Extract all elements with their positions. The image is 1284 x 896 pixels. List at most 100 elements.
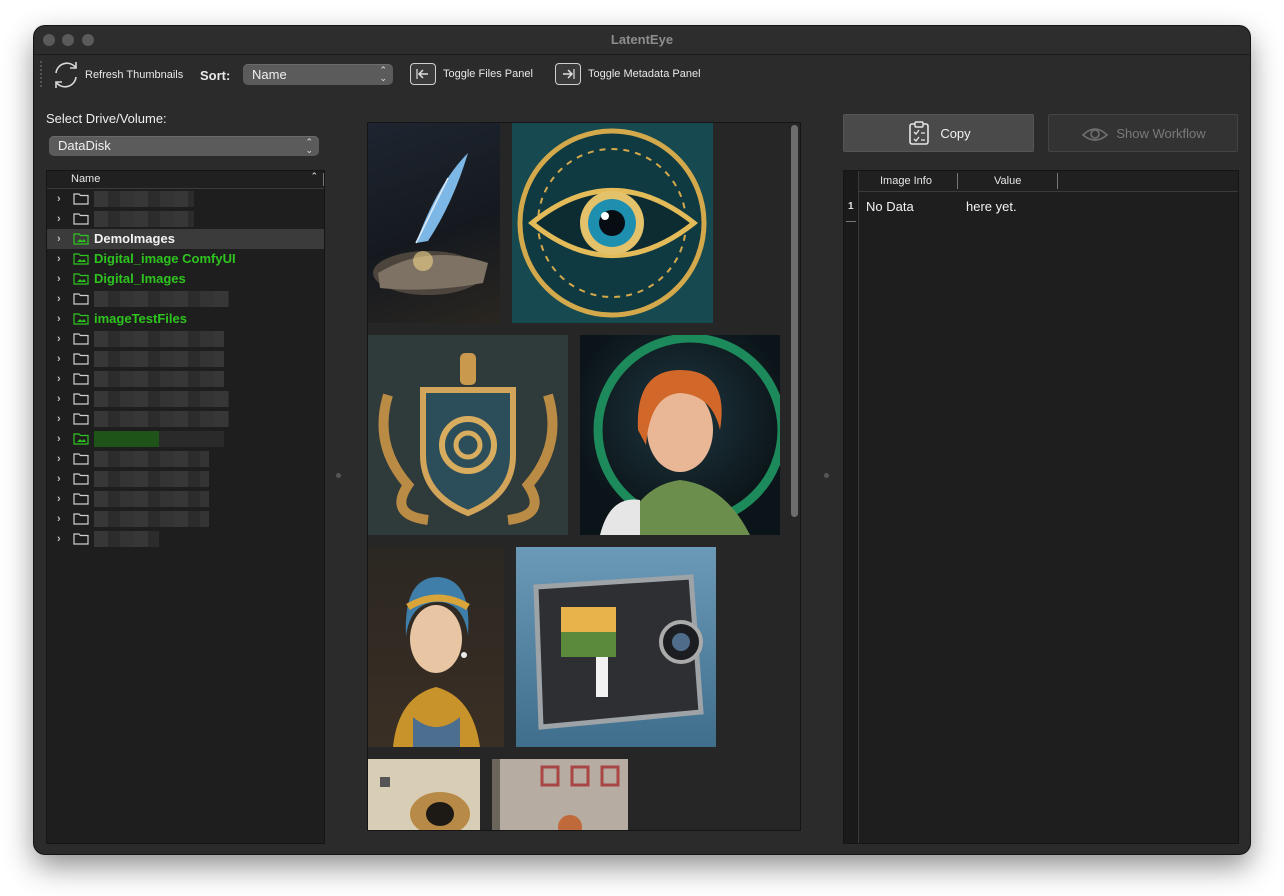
folder-icon [73, 332, 89, 348]
value-cell[interactable]: here yet. [966, 199, 1017, 214]
expand-chevron-icon[interactable]: › [57, 453, 61, 465]
window-title: LatentEye [610, 32, 674, 47]
redacted-name [94, 211, 194, 227]
folder-row-redacted[interactable]: › [47, 529, 324, 549]
image-info-column-header[interactable]: Image Info [880, 175, 932, 187]
gallery-scrollbar[interactable] [791, 125, 798, 517]
folder-row-redacted[interactable]: › [47, 369, 324, 389]
folder-row[interactable]: › DemoImages [47, 229, 324, 249]
expand-chevron-icon[interactable]: › [57, 233, 61, 245]
show-workflow-label: Show Workflow [1116, 125, 1206, 141]
expand-chevron-icon[interactable]: › [57, 273, 61, 285]
thumbnail-camera[interactable] [516, 547, 716, 747]
folder-row-redacted[interactable]: › [47, 469, 324, 489]
image-folder-icon [73, 312, 89, 328]
show-workflow-button[interactable]: Show Workflow [1048, 114, 1238, 152]
metadata-table[interactable]: Image Info Value 1 No Data here yet. [843, 170, 1239, 844]
folder-row-redacted[interactable]: › [47, 449, 324, 469]
thumbnail-quill[interactable] [368, 123, 500, 323]
redacted-name [94, 411, 229, 427]
thumbnail-scroll[interactable] [368, 759, 480, 830]
redacted-name [94, 491, 209, 507]
folder-row-redacted[interactable]: › [47, 409, 324, 429]
redacted-name [94, 531, 159, 547]
splitter-handle-left[interactable] [336, 473, 341, 478]
copy-button[interactable]: Copy [843, 114, 1034, 152]
sort-select-value: Name [252, 67, 287, 82]
value-column-header[interactable]: Value [994, 175, 1021, 187]
folder-row-redacted[interactable]: › [47, 209, 324, 229]
folder-icon [73, 212, 89, 228]
copy-label: Copy [940, 125, 971, 141]
redacted-name [94, 431, 224, 447]
select-arrows-icon: ⌃ ⌄ [305, 137, 313, 155]
redacted-name [94, 511, 209, 527]
toggle-metadata-panel-button[interactable]: Toggle Metadata Panel [555, 63, 701, 85]
select-arrows-icon: ⌃ ⌄ [379, 65, 387, 83]
thumbnail-portrait[interactable] [368, 547, 504, 747]
image-folder-icon [73, 432, 89, 448]
thumbnail-astronaut[interactable] [580, 335, 780, 535]
thumbnail-gallery[interactable] [367, 122, 801, 831]
folder-row-redacted[interactable]: › [47, 509, 324, 529]
expand-chevron-icon[interactable]: › [57, 393, 61, 405]
expand-chevron-icon[interactable]: › [57, 513, 61, 525]
expand-chevron-icon[interactable]: › [57, 413, 61, 425]
drive-select[interactable]: DataDisk ⌃ ⌄ [49, 136, 319, 156]
thumbnail-eye[interactable] [512, 123, 713, 323]
eye-workflow-icon [1082, 128, 1109, 141]
folder-icon [73, 372, 89, 388]
expand-chevron-icon[interactable]: › [57, 333, 61, 345]
folder-name: DemoImages [94, 231, 175, 246]
folder-row-redacted[interactable]: › [47, 389, 324, 409]
refresh-thumbnails-button[interactable]: Refresh Thumbnails [50, 58, 183, 92]
folder-row-redacted[interactable]: › [47, 349, 324, 369]
folder-row-redacted[interactable]: › [47, 289, 324, 309]
toggle-files-panel-label: Toggle Files Panel [443, 68, 533, 80]
toolbar: Refresh Thumbnails Sort: Name ⌃ ⌄ Toggle … [34, 55, 1250, 99]
expand-chevron-icon[interactable]: › [57, 253, 61, 265]
folder-icon [73, 392, 89, 408]
folder-row[interactable]: › imageTestFiles [47, 309, 324, 329]
expand-chevron-icon[interactable]: › [57, 213, 61, 225]
folder-row-redacted[interactable]: › [47, 329, 324, 349]
folder-name: imageTestFiles [94, 311, 187, 326]
arrow-left-icon [410, 63, 436, 85]
redacted-name [94, 191, 194, 207]
folder-icon [73, 412, 89, 428]
toolbar-grip [40, 61, 44, 87]
app-window: LatentEye Refresh Thumbnails Sort: Name … [34, 26, 1250, 854]
redacted-name [94, 331, 224, 347]
metadata-header: Image Info Value [859, 171, 1238, 192]
folder-row-redacted[interactable]: › [47, 189, 324, 209]
expand-chevron-icon[interactable]: › [57, 313, 61, 325]
image-folder-icon [73, 252, 89, 268]
redacted-name [94, 471, 209, 487]
drive-select-value: DataDisk [58, 138, 111, 153]
sort-ascending-icon: ⌃ [310, 171, 318, 181]
expand-chevron-icon[interactable]: › [57, 493, 61, 505]
expand-chevron-icon[interactable]: › [57, 293, 61, 305]
tree-header[interactable]: Name ⌃ [47, 171, 324, 189]
folder-row-redacted[interactable]: › [47, 429, 324, 449]
redacted-name [94, 371, 224, 387]
toggle-metadata-panel-label: Toggle Metadata Panel [588, 68, 701, 80]
expand-chevron-icon[interactable]: › [57, 373, 61, 385]
toggle-files-panel-button[interactable]: Toggle Files Panel [410, 63, 533, 85]
expand-chevron-icon[interactable]: › [57, 433, 61, 445]
thumbnail-wall[interactable] [492, 759, 628, 830]
expand-chevron-icon[interactable]: › [57, 193, 61, 205]
folder-tree[interactable]: Name ⌃ › › › DemoImages › Digital_image Comfy… [46, 170, 325, 844]
sort-select[interactable]: Name ⌃ ⌄ [243, 64, 393, 85]
redacted-name [94, 451, 209, 467]
expand-chevron-icon[interactable]: › [57, 533, 61, 545]
splitter-handle-right[interactable] [824, 473, 829, 478]
thumbnail-crest[interactable] [368, 335, 568, 535]
folder-row[interactable]: › Digital_image ComfyUI [47, 249, 324, 269]
arrow-right-icon [555, 63, 581, 85]
folder-row[interactable]: › Digital_Images [47, 269, 324, 289]
expand-chevron-icon[interactable]: › [57, 473, 61, 485]
expand-chevron-icon[interactable]: › [57, 353, 61, 365]
image-info-cell[interactable]: No Data [866, 199, 914, 214]
folder-row-redacted[interactable]: › [47, 489, 324, 509]
